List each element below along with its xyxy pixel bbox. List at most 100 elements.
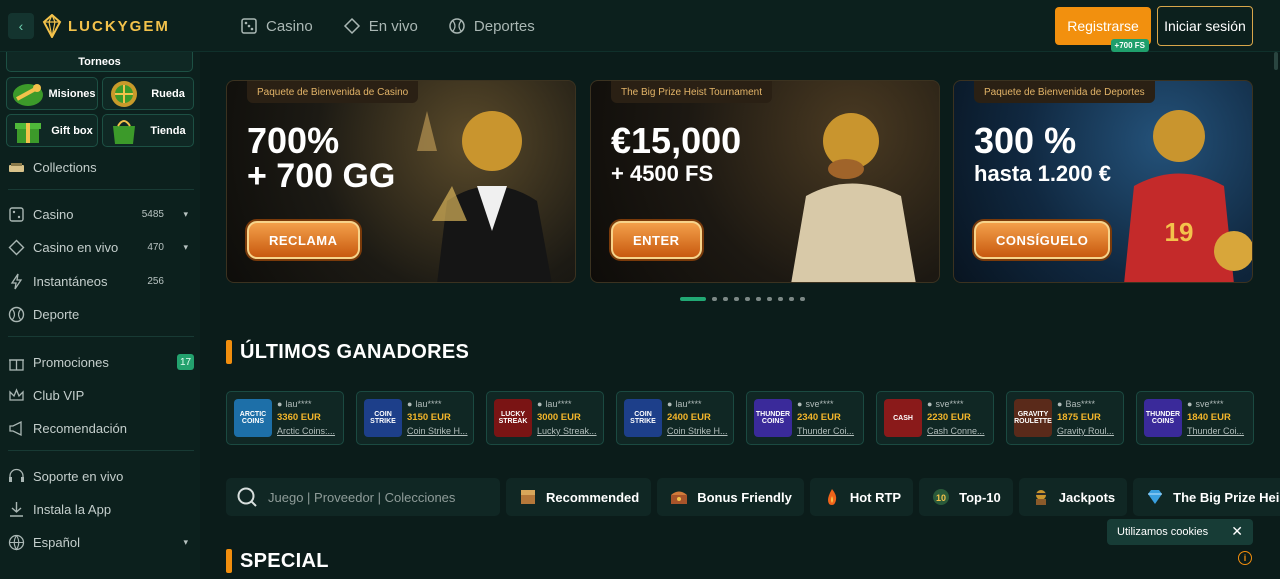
sidebar-item-language[interactable]: Español ▾ [8,530,194,554]
filter-recommended[interactable]: Recommended [506,478,652,516]
winner-card[interactable]: THUNDER COINS ● sve**** 2340 EUR Thunder Coi… [746,391,864,445]
carousel-dot[interactable] [712,297,717,301]
sidebar-item-live-casino[interactable]: Casino en vivo 470 ▾ [8,235,194,259]
user-icon: ● [277,399,283,409]
sidebar-item-sports[interactable]: Deporte [8,302,194,326]
sports-label: Deporte [33,306,80,322]
get-it-button[interactable]: CONSÍGUELO [974,221,1111,259]
carousel-dot[interactable] [789,297,794,301]
winner-game-link[interactable]: Cash Conne... [927,426,989,436]
sidebar-item-collections[interactable]: Collections [8,155,194,179]
winner-card[interactable]: LUCKY STREAK ● lau**** 3000 EUR Lucky Streak… [486,391,604,445]
banner-title: 300 % [974,120,1077,161]
flame-icon [827,489,836,505]
carousel-dot[interactable] [800,297,805,301]
page-scrollbar[interactable] [1274,52,1278,70]
shop-label: Tienda [150,124,186,137]
winner-card[interactable]: ARCTIC COINS ● lau**** 3360 EUR Arctic Coins… [226,391,344,445]
winner-game-link[interactable]: Thunder Coi... [797,426,859,436]
carousel-dot[interactable] [745,297,750,301]
banner-heist-tournament[interactable]: The Big Prize Heist Tournament €15,000 +… [590,80,940,283]
winner-user: ● lau**** [667,399,701,409]
winner-amount: 3360 EUR [277,412,321,423]
user-icon: ● [537,399,543,409]
winner-username: lau**** [545,399,572,409]
winner-card[interactable]: COIN STRIKE ● lau**** 2400 EUR Coin Strike H… [616,391,734,445]
winner-game-link[interactable]: Lucky Streak... [537,426,599,436]
search-box[interactable] [226,478,500,516]
chevron-down-icon[interactable]: ▾ [183,209,188,220]
missions-label: Misiones [48,87,96,100]
sidebar-item-install-app[interactable]: Instala la App [8,497,194,521]
nav-sports[interactable]: Deportes [448,17,535,35]
carousel-dot[interactable] [723,297,728,301]
chevron-down-icon[interactable]: ▾ [183,242,188,253]
cookie-notice: Utilizamos cookies ✕ [1107,519,1253,545]
winner-username: lau**** [675,399,702,409]
carousel-dot[interactable] [756,297,761,301]
info-icon[interactable]: i [1238,551,1252,565]
search-input[interactable] [268,489,488,505]
winner-card[interactable]: CASH ● sve**** 2230 EUR Cash Conne... [876,391,994,445]
register-bonus-badge: +700 FS [1110,39,1149,52]
filter-top-10[interactable]: 10 Top-10 [919,478,1013,516]
winner-game-link[interactable]: Arctic Coins:... [277,426,339,436]
sidebar-tile-wheel[interactable]: Rueda [102,77,194,110]
filter-bonus-friendly[interactable]: Bonus Friendly [657,478,804,516]
carousel-dot[interactable] [680,297,706,301]
winner-card[interactable]: COIN STRIKE ● lau**** 3150 EUR Coin Strike H… [356,391,474,445]
top10-icon: 10 [933,489,950,505]
filter-the-big-prize-heist-t[interactable]: The Big Prize Heist T [1133,478,1280,516]
lightning-icon [10,273,23,289]
promotions-badge: 17 [177,354,194,370]
enter-button[interactable]: ENTER [611,221,702,259]
winner-card[interactable]: GRAVITY ROULETTE ● Bas**** 1875 EUR Gravity … [1006,391,1124,445]
category-filters: Recommended Bonus Friendly Hot RTP 10 Top-10… [506,478,1280,516]
close-icon[interactable]: ✕ [1231,523,1243,540]
live-casino-label: Casino en vivo [33,239,119,255]
claim-button[interactable]: RECLAMA [247,221,360,259]
carousel-dot[interactable] [767,297,772,301]
winner-card[interactable]: THUNDER COINS ● sve**** 1840 EUR Thunder Coi… [1136,391,1254,445]
filter-label: Top-10 [959,489,1001,505]
carousel-dot[interactable] [778,297,783,301]
nav-live[interactable]: En vivo [343,17,418,35]
nav-casino[interactable]: Casino [240,17,313,35]
winner-game-link[interactable]: Gravity Roul... [1057,426,1119,436]
sidebar-item-support[interactable]: Soporte en vivo [8,464,194,488]
special-title: SPECIAL [240,549,329,572]
collapse-sidebar-button[interactable]: ‹ [8,13,34,39]
register-button[interactable]: Registrarse +700 FS [1055,7,1151,52]
sidebar-tile-tournaments[interactable]: Torneos [6,52,193,72]
carousel-dot[interactable] [734,297,739,301]
filter-hot-rtp[interactable]: Hot RTP [809,478,914,516]
filter-jackpots[interactable]: Jackpots [1018,478,1128,516]
globe-icon [8,534,25,551]
sidebar-item-promotions[interactable]: Promociones 17 [8,350,194,374]
wheel-icon [111,80,137,107]
winner-amount: 1840 EUR [1187,412,1231,423]
sidebar-item-instant[interactable]: Instantáneos 256 [8,269,194,293]
winner-game-link[interactable]: Thunder Coi... [1187,426,1249,436]
winner-game-link[interactable]: Coin Strike H... [667,426,729,436]
banner-casino-welcome[interactable]: Paquete de Bienvenida de Casino 700% + 7… [226,80,576,283]
banner-tag: Paquete de Bienvenida de Casino [247,81,419,103]
wheel-label: Rueda [151,87,185,100]
winner-username: sve**** [1195,399,1224,409]
filter-label: Recommended [546,489,640,505]
sidebar-item-vip[interactable]: Club VIP [8,383,194,407]
winner-username: lau**** [285,399,312,409]
chevron-down-icon[interactable]: ▾ [183,537,188,548]
section-accent-bar [226,340,232,364]
logo[interactable]: LUCKYGEM [42,14,170,38]
banner-sports-welcome[interactable]: 19 Paquete de Bienvenida de Deportes 300… [953,80,1253,283]
sidebar-tile-missions[interactable]: Misiones [6,77,98,110]
sidebar-item-casino[interactable]: Casino 5485 ▾ [8,202,194,226]
winner-user: ● lau**** [277,399,311,409]
login-button[interactable]: Iniciar sesión [1157,6,1253,46]
winner-game-link[interactable]: Coin Strike H... [407,426,469,436]
sidebar-tile-giftbox[interactable]: Gift box [6,114,98,147]
sidebar-tile-shop[interactable]: Tienda [102,114,194,147]
sidebar-item-referral[interactable]: Recomendación [8,416,194,440]
dice-icon [9,206,24,222]
